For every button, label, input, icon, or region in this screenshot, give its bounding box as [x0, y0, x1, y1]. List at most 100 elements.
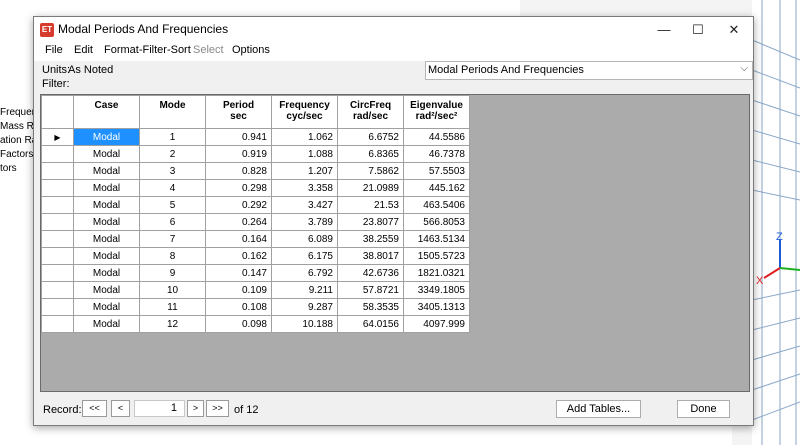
cell-circfreq[interactable]: 6.6752 [337, 128, 404, 146]
table-row[interactable]: Modal 4 0.298 3.358 21.0989 445.162 [41, 179, 470, 197]
cell-eigenvalue[interactable]: 3349.1805 [403, 281, 470, 299]
close-button[interactable]: ✕ [717, 17, 751, 42]
column-header-period[interactable]: Period sec [205, 95, 272, 129]
next-record-button[interactable]: > [187, 400, 204, 417]
cell-period[interactable]: 0.098 [205, 315, 272, 333]
column-header-mode[interactable]: Mode [139, 95, 206, 129]
table-row[interactable]: Modal 11 0.108 9.287 58.3535 3405.1313 [41, 298, 470, 316]
row-selector[interactable] [41, 315, 74, 333]
cell-period[interactable]: 0.941 [205, 128, 272, 146]
cell-frequency[interactable]: 9.287 [271, 298, 338, 316]
cell-case[interactable]: Modal [73, 179, 140, 197]
table-row[interactable]: ▶ Modal 1 0.941 1.062 6.6752 44.5586 [41, 128, 470, 146]
table-row[interactable]: Modal 7 0.164 6.089 38.2559 1463.5134 [41, 230, 470, 248]
background-3d-model-view[interactable]: Z X [752, 0, 800, 445]
table-row[interactable]: Modal 3 0.828 1.207 7.5862 57.5503 [41, 162, 470, 180]
cell-eigenvalue[interactable]: 566.8053 [403, 213, 470, 231]
cell-case[interactable]: Modal [73, 315, 140, 333]
row-selector[interactable] [41, 281, 74, 299]
cell-case[interactable]: Modal [73, 264, 140, 282]
row-selector[interactable] [41, 162, 74, 180]
cell-case[interactable]: Modal [73, 162, 140, 180]
cell-frequency[interactable]: 3.358 [271, 179, 338, 197]
column-header-circfreq[interactable]: CircFreq rad/sec [337, 95, 404, 129]
cell-circfreq[interactable]: 58.3535 [337, 298, 404, 316]
table-row[interactable]: Modal 6 0.264 3.789 23.8077 566.8053 [41, 213, 470, 231]
cell-circfreq[interactable]: 38.2559 [337, 230, 404, 248]
cell-circfreq[interactable]: 21.53 [337, 196, 404, 214]
cell-eigenvalue[interactable]: 1821.0321 [403, 264, 470, 282]
cell-mode[interactable]: 7 [139, 230, 206, 248]
cell-eigenvalue[interactable]: 46.7378 [403, 145, 470, 163]
cell-frequency[interactable]: 6.175 [271, 247, 338, 265]
cell-eigenvalue[interactable]: 44.5586 [403, 128, 470, 146]
cell-case[interactable]: Modal [73, 247, 140, 265]
cell-mode[interactable]: 1 [139, 128, 206, 146]
table-row[interactable]: Modal 5 0.292 3.427 21.53 463.5406 [41, 196, 470, 214]
column-header-case[interactable]: Case [73, 95, 140, 129]
row-selector[interactable] [41, 145, 74, 163]
last-record-button[interactable]: >> [206, 400, 229, 417]
add-tables-button[interactable]: Add Tables... [556, 400, 641, 418]
cell-eigenvalue[interactable]: 4097.999 [403, 315, 470, 333]
cell-mode[interactable]: 4 [139, 179, 206, 197]
title-bar[interactable]: ET Modal Periods And Frequencies — ☐ ✕ [34, 17, 753, 42]
row-selector[interactable] [41, 196, 74, 214]
cell-mode[interactable]: 11 [139, 298, 206, 316]
cell-mode[interactable]: 3 [139, 162, 206, 180]
row-selector[interactable]: ▶ [41, 128, 74, 146]
cell-circfreq[interactable]: 21.0989 [337, 179, 404, 197]
cell-period[interactable]: 0.828 [205, 162, 272, 180]
cell-period[interactable]: 0.147 [205, 264, 272, 282]
cell-mode[interactable]: 2 [139, 145, 206, 163]
cell-frequency[interactable]: 3.427 [271, 196, 338, 214]
table-row[interactable]: Modal 2 0.919 1.088 6.8365 46.7378 [41, 145, 470, 163]
first-record-button[interactable]: << [82, 400, 107, 417]
cell-circfreq[interactable]: 7.5862 [337, 162, 404, 180]
cell-period[interactable]: 0.292 [205, 196, 272, 214]
cell-frequency[interactable]: 1.062 [271, 128, 338, 146]
cell-eigenvalue[interactable]: 463.5406 [403, 196, 470, 214]
table-row[interactable]: Modal 10 0.109 9.211 57.8721 3349.1805 [41, 281, 470, 299]
cell-eigenvalue[interactable]: 57.5503 [403, 162, 470, 180]
cell-frequency[interactable]: 1.207 [271, 162, 338, 180]
table-row[interactable]: Modal 8 0.162 6.175 38.8017 1505.5723 [41, 247, 470, 265]
column-header-frequency[interactable]: Frequency cyc/sec [271, 95, 338, 129]
cell-circfreq[interactable]: 64.0156 [337, 315, 404, 333]
cell-case[interactable]: Modal [73, 230, 140, 248]
menu-options[interactable]: Options [232, 44, 270, 56]
menu-format-filter-sort[interactable]: Format-Filter-Sort [104, 44, 191, 56]
cell-period[interactable]: 0.162 [205, 247, 272, 265]
cell-frequency[interactable]: 9.211 [271, 281, 338, 299]
record-number-input[interactable]: 1 [134, 400, 185, 417]
cell-eigenvalue[interactable]: 445.162 [403, 179, 470, 197]
menu-edit[interactable]: Edit [74, 44, 93, 56]
menu-file[interactable]: File [45, 44, 63, 56]
cell-circfreq[interactable]: 23.8077 [337, 213, 404, 231]
maximize-button[interactable]: ☐ [681, 17, 715, 42]
done-button[interactable]: Done [677, 400, 730, 418]
cell-circfreq[interactable]: 57.8721 [337, 281, 404, 299]
table-row[interactable]: Modal 12 0.098 10.188 64.0156 4097.999 [41, 315, 470, 333]
previous-record-button[interactable]: < [111, 400, 130, 417]
data-grid-area[interactable]: Case Mode Period sec Frequency cyc/sec Cir… [40, 94, 750, 392]
row-selector[interactable] [41, 213, 74, 231]
cell-frequency[interactable]: 6.792 [271, 264, 338, 282]
cell-frequency[interactable]: 1.088 [271, 145, 338, 163]
cell-mode[interactable]: 10 [139, 281, 206, 299]
cell-case[interactable]: Modal [73, 213, 140, 231]
cell-frequency[interactable]: 6.089 [271, 230, 338, 248]
row-selector[interactable] [41, 247, 74, 265]
cell-frequency[interactable]: 10.188 [271, 315, 338, 333]
cell-period[interactable]: 0.108 [205, 298, 272, 316]
cell-case[interactable]: Modal [73, 196, 140, 214]
cell-mode[interactable]: 5 [139, 196, 206, 214]
cell-mode[interactable]: 9 [139, 264, 206, 282]
row-selector[interactable] [41, 179, 74, 197]
menu-select[interactable]: Select [193, 44, 224, 56]
cell-period[interactable]: 0.298 [205, 179, 272, 197]
cell-circfreq[interactable]: 42.6736 [337, 264, 404, 282]
cell-period[interactable]: 0.919 [205, 145, 272, 163]
minimize-button[interactable]: — [647, 17, 681, 42]
cell-case[interactable]: Modal [73, 298, 140, 316]
